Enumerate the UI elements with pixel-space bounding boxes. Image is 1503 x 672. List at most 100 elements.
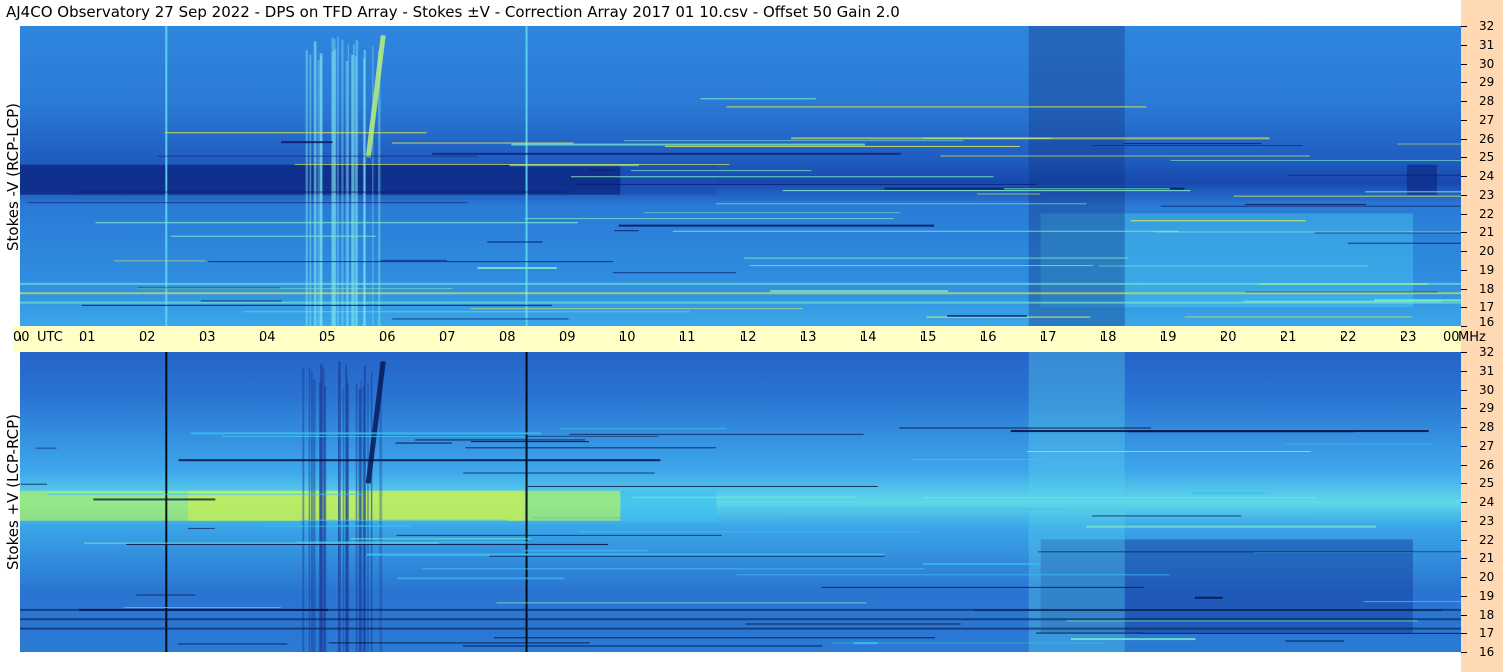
rfi-streak (1314, 232, 1461, 234)
rfi-streak (782, 190, 1191, 192)
rfi-streak (489, 555, 885, 557)
frequency-tick (1461, 446, 1467, 447)
rfi-streak (76, 191, 567, 193)
rfi-streak (470, 441, 589, 443)
burst-line (355, 56, 357, 326)
rfi-streak (1313, 513, 1461, 515)
rfi-band (20, 301, 1461, 304)
time-tick-label: 01 (79, 330, 96, 345)
rfi-streak (477, 266, 557, 269)
rfi-streak (299, 519, 508, 521)
rfi-streak (123, 606, 281, 608)
rfi-streak (749, 265, 1094, 267)
frequency-tick-label: 22 (1479, 533, 1495, 547)
emission-band-late (1406, 164, 1437, 195)
rfi-streak (571, 176, 994, 178)
rfi-streak (391, 142, 574, 144)
frequency-tick (1461, 390, 1467, 391)
frequency-tick-label: 30 (1479, 383, 1495, 397)
frequency-tick (1461, 176, 1467, 177)
rfi-streak (200, 300, 282, 302)
time-tick-label: 04 (259, 330, 276, 345)
chart-title: AJ4CO Observatory 27 Sep 2022 - DPS on T… (6, 3, 900, 21)
frequency-tick (1461, 139, 1467, 140)
burst-line (360, 381, 362, 652)
burst-line (355, 383, 358, 652)
burst-line (319, 382, 322, 652)
frequency-tick (1461, 120, 1467, 121)
rfi-streak (715, 203, 1087, 205)
time-tick-label: 10 (619, 330, 636, 345)
rfi-streak (262, 525, 410, 527)
rfi-streak (1037, 551, 1461, 553)
rfi-streak (1191, 492, 1266, 495)
frequency-tick-label: 19 (1479, 263, 1495, 277)
burst-line (331, 36, 334, 326)
rfi-streak (574, 183, 1038, 185)
utc-label: UTC (37, 330, 63, 345)
rfi-streak (1285, 640, 1344, 642)
rfi-streak (35, 447, 57, 449)
rfi-streak (1036, 632, 1143, 634)
time-tick-label: 00 (13, 330, 30, 345)
time-tick-label: 11 (679, 330, 696, 345)
frequency-tick (1461, 465, 1467, 466)
burst-line (338, 361, 341, 652)
rfi-streak (178, 643, 288, 645)
rfi-streak (681, 508, 1064, 510)
time-tick-label: 09 (559, 330, 576, 345)
time-tick-label: 20 (1220, 330, 1237, 345)
rfi-streak (1288, 174, 1461, 176)
time-tick-label: 05 (319, 330, 336, 345)
frequency-tick (1461, 45, 1467, 46)
rfi-streak (126, 543, 609, 545)
frequency-tick-label: 17 (1479, 626, 1495, 640)
rfi-band (20, 292, 1461, 295)
rfi-streak (27, 202, 468, 204)
rfi-streak (643, 212, 901, 214)
frequency-tick-label: 25 (1479, 150, 1495, 164)
rfi-streak (821, 586, 1144, 588)
rfi-streak (947, 314, 1027, 317)
emission-band-fade (620, 164, 717, 195)
frequency-tick-label: 25 (1479, 476, 1495, 490)
rfi-streak (463, 472, 655, 474)
stokes-plus-v-spectrogram (20, 352, 1461, 652)
frequency-tick (1461, 408, 1467, 409)
rfi-streak (899, 427, 1151, 429)
rfi-streak (1160, 205, 1461, 207)
frequency-tick (1461, 540, 1467, 541)
rfi-streak (1098, 265, 1368, 267)
frequency-tick (1461, 326, 1467, 327)
burst-line (323, 386, 327, 652)
rfi-streak (187, 527, 215, 529)
rfi-streak (366, 553, 885, 556)
rfi-streak (1170, 159, 1461, 161)
frequency-tick (1461, 232, 1467, 233)
rfi-streak (560, 428, 727, 430)
frequency-tick-label: 32 (1479, 345, 1495, 359)
late-vertical-band (1028, 352, 1125, 652)
rfi-streak (623, 140, 964, 142)
burst-line (337, 36, 339, 326)
rfi-streak (392, 318, 569, 320)
frequency-tick (1461, 26, 1467, 27)
frequency-tick (1461, 521, 1467, 522)
frequency-tick (1461, 251, 1467, 252)
rfi-streak (1128, 431, 1354, 433)
frequency-tick-label: 30 (1479, 57, 1495, 71)
burst-line (312, 379, 316, 652)
frequency-tick-label: 24 (1479, 169, 1495, 183)
frequency-tick-label: 27 (1479, 113, 1495, 127)
rfi-streak (791, 137, 1270, 140)
rfi-streak (613, 272, 737, 274)
frequency-tick-label: 32 (1479, 19, 1495, 33)
frequency-tick (1461, 371, 1467, 372)
time-tick-label: 17 (1040, 330, 1057, 345)
rfi-streak (923, 497, 1316, 499)
rfi-streak (923, 563, 1041, 566)
rfi-streak (20, 483, 48, 485)
rfi-streak (281, 141, 333, 144)
rfi-streak (1272, 515, 1461, 517)
frequency-tick-label: 17 (1479, 300, 1495, 314)
